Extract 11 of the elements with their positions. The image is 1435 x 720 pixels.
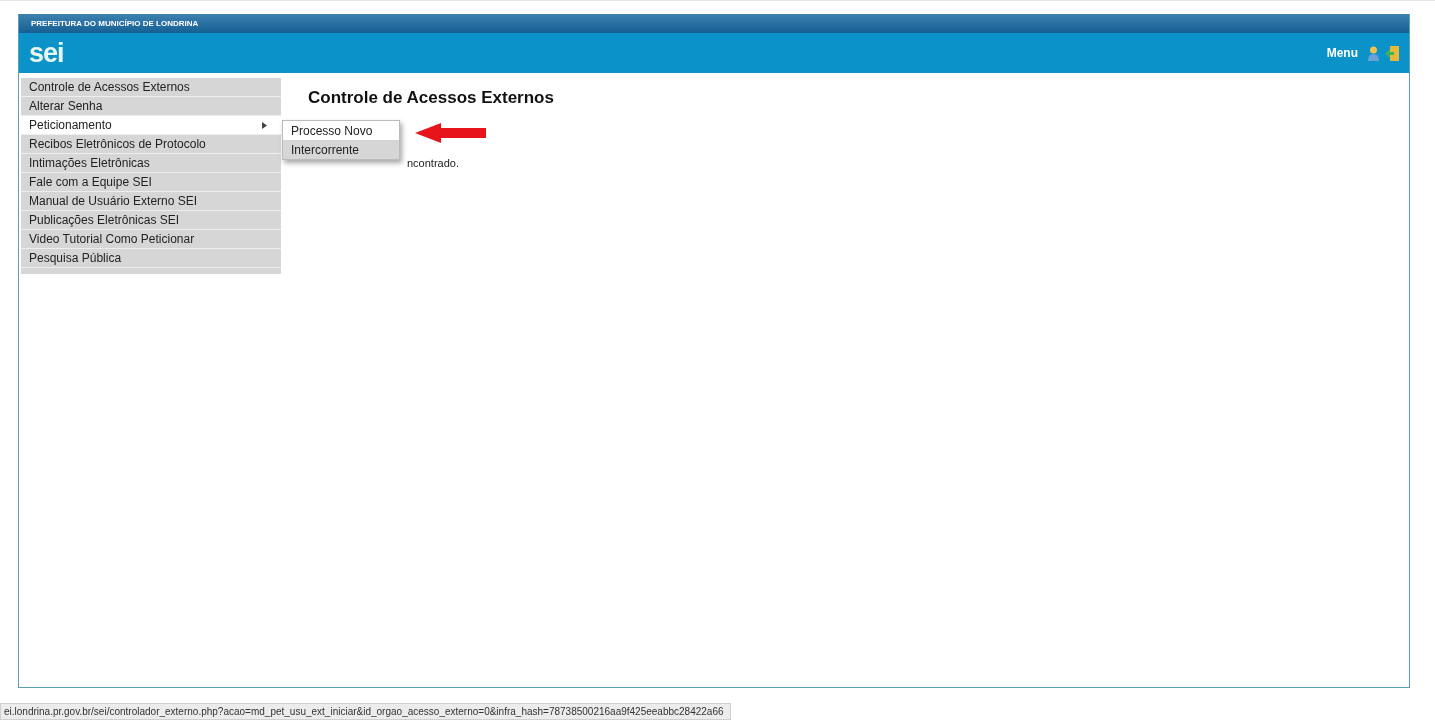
- page-title: Controle de Acessos Externos: [308, 88, 554, 108]
- user-icon[interactable]: [1368, 45, 1379, 61]
- pointer-arrow-icon: [415, 123, 487, 143]
- organization-name: PREFEITURA DO MUNICÍPIO DE LONDRINA: [31, 19, 199, 28]
- submenu-item[interactable]: Processo Novo: [283, 121, 399, 140]
- submenu-caret-icon: [262, 121, 267, 129]
- status-url: ei.londrina.pr.gov.br/sei/controlador_externo.php?acao=md_pet_usu_ext_iniciar&id_orgao_acesso_externo=0&infra_hash=78738500216aa9f425eeabbc28422a66: [0, 703, 731, 720]
- sidebar-item[interactable]: Peticionamento: [21, 116, 281, 135]
- submenu-item[interactable]: Intercorrente: [283, 140, 399, 159]
- result-message: ncontrado.: [407, 157, 459, 169]
- exit-door-icon[interactable]: [1385, 45, 1399, 61]
